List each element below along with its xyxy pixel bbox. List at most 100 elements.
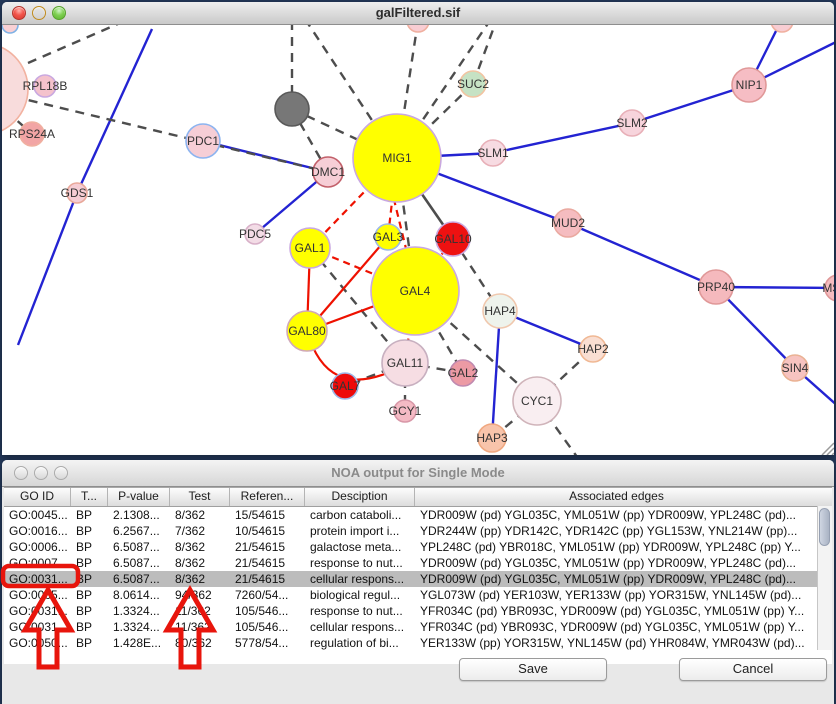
table-cell: cellular respons...: [305, 571, 415, 587]
table-cell: YPL248C (pd) YBR018C, YML051W (pp) YDR00…: [415, 539, 818, 555]
save-button[interactable]: Save: [459, 658, 607, 681]
column-header-test[interactable]: Test: [170, 488, 230, 506]
table-cell: 11/362: [170, 603, 230, 619]
node-label: NIP1: [736, 78, 763, 92]
node-unlabeled[interactable]: [2, 25, 18, 33]
table-cell: 7/362: [170, 523, 230, 539]
table-cell: 5778/54...: [230, 635, 305, 651]
desktop: galFiltered.sif RPL18B RPS24A GDS1 PDC1 DMC1…: [0, 0, 836, 704]
table-cell: BP: [71, 587, 108, 603]
node-label: GAL10: [434, 232, 472, 246]
table-cell: 1.428E...: [108, 635, 170, 651]
node-label: PDC1: [187, 134, 219, 148]
table-header-row: GO IDT...P-valueTestReferen...Desciption…: [4, 487, 832, 507]
noa-window-title: NOA output for Single Mode: [2, 465, 834, 480]
table-cell: 2.1308...: [108, 507, 170, 523]
table-cell: GO:0031...: [4, 571, 71, 587]
column-header-associated-edges[interactable]: Associated edges: [415, 488, 818, 506]
node-unlabeled[interactable]: [407, 25, 429, 32]
column-header-go-id[interactable]: GO ID: [4, 488, 71, 506]
column-header-p-value[interactable]: P-value: [108, 488, 170, 506]
cancel-button[interactable]: Cancel: [679, 658, 827, 681]
node-label: GAL80: [288, 324, 326, 338]
table-row[interactable]: GO:0050...BP1.428E...80/3625778/54...reg…: [4, 635, 832, 651]
table-row[interactable]: GO:0007...BP6.5087...8/36221/54615respon…: [4, 555, 832, 571]
table-cell: 105/546...: [230, 603, 305, 619]
edge[interactable]: [493, 123, 632, 153]
edge[interactable]: [28, 25, 120, 63]
vertical-scrollbar[interactable]: [817, 506, 832, 650]
graph-window: galFiltered.sif RPL18B RPS24A GDS1 PDC1 DMC1…: [2, 2, 834, 454]
table-cell: 80/362: [170, 635, 230, 651]
table-cell: response to nut...: [305, 603, 415, 619]
graph-window-titlebar[interactable]: galFiltered.sif: [2, 2, 834, 25]
table-row[interactable]: GO:0031...BP1.3324...11/362105/546...res…: [4, 603, 832, 619]
table-row[interactable]: GO:0031...BP6.5087...8/36221/54615cellul…: [4, 571, 832, 587]
table-cell: 1.3324...: [108, 619, 170, 635]
table-cell: YDR009W (pd) YGL035C, YML051W (pp) YDR00…: [415, 555, 818, 571]
node-label: RPL18B: [23, 79, 68, 93]
node-label: RPS24A: [9, 127, 55, 141]
node-label: SIN4: [782, 361, 809, 375]
table-cell: 105/546...: [230, 619, 305, 635]
table-cell: 21/54615: [230, 571, 305, 587]
table-cell: BP: [71, 619, 108, 635]
edge[interactable]: [568, 223, 716, 287]
table-cell: 94/362: [170, 587, 230, 603]
table-cell: regulation of bi...: [305, 635, 415, 651]
node-unlabeled[interactable]: [771, 25, 793, 32]
table-cell: 6.2567...: [108, 523, 170, 539]
table-row[interactable]: GO:0006...BP6.5087...8/36221/54615galact…: [4, 539, 832, 555]
node-label: HAP3: [476, 431, 508, 445]
graph-window-title: galFiltered.sif: [2, 5, 834, 20]
table-cell: BP: [71, 555, 108, 571]
node-label: SLM1: [477, 146, 509, 160]
edge[interactable]: [632, 85, 749, 123]
noa-window: NOA output for Single Mode GO IDT...P-va…: [2, 460, 834, 704]
table-cell: 8/362: [170, 539, 230, 555]
table-cell: cellular respons...: [305, 619, 415, 635]
table-cell: YDR009W (pd) YGL035C, YML051W (pp) YDR00…: [415, 507, 818, 523]
node-label: HAP2: [577, 342, 609, 356]
node-label: SLM2: [616, 116, 648, 130]
node-label: GAL4: [400, 284, 431, 298]
column-header-t-[interactable]: T...: [71, 488, 108, 506]
table-row[interactable]: GO:0016...BP6.2567...7/36210/54615protei…: [4, 523, 832, 539]
table-cell: BP: [71, 571, 108, 587]
table-cell: 10/54615: [230, 523, 305, 539]
node-label: GCY1: [389, 404, 422, 418]
table-cell: 11/362: [170, 619, 230, 635]
scrollbar-thumb[interactable]: [819, 508, 830, 546]
table-row[interactable]: GO:0031...BP1.3324...11/362105/546...cel…: [4, 619, 832, 635]
table-cell: 8/362: [170, 571, 230, 587]
noa-window-titlebar[interactable]: NOA output for Single Mode: [2, 460, 834, 487]
edge[interactable]: [77, 29, 152, 193]
table-cell: protein import i...: [305, 523, 415, 539]
network-canvas[interactable]: RPL18BRPS24AGDS1PDC1DMC1MIG1SUC2SLM1SLM2…: [2, 25, 834, 455]
table-cell: 15/54615: [230, 507, 305, 523]
table-cell: 7260/54...: [230, 587, 305, 603]
column-header-desciption[interactable]: Desciption: [305, 488, 415, 506]
table-cell: GO:0031...: [4, 603, 71, 619]
table-row[interactable]: GO:0065...BP8.0614...94/3627260/54...bio…: [4, 587, 832, 603]
table-row[interactable]: GO:0045...BP2.1308...8/36215/54615carbon…: [4, 507, 832, 523]
table-cell: 1.3324...: [108, 603, 170, 619]
table-cell: YFR034C (pd) YBR093C, YDR009W (pd) YGL03…: [415, 603, 818, 619]
node-label: DMC1: [311, 165, 345, 179]
node-label: GDS1: [61, 186, 94, 200]
column-header-referen-[interactable]: Referen...: [230, 488, 305, 506]
table-cell: 8.0614...: [108, 587, 170, 603]
resize-grip[interactable]: [832, 453, 834, 455]
node-label: PDC5: [239, 227, 271, 241]
node-label: GAL2: [448, 366, 479, 380]
node-label: GAL7: [330, 379, 361, 393]
edge[interactable]: [18, 193, 77, 345]
table-cell: BP: [71, 603, 108, 619]
node-unlabeled[interactable]: [275, 92, 309, 126]
edge[interactable]: [492, 311, 500, 438]
table-cell: GO:0045...: [4, 507, 71, 523]
table-cell: BP: [71, 523, 108, 539]
table-body: GO:0045...BP2.1308...8/36215/54615carbon…: [4, 507, 832, 651]
node-label: GAL11: [387, 356, 424, 370]
table-cell: YDR244W (pp) YDR142C, YDR142C (pp) YGL15…: [415, 523, 818, 539]
